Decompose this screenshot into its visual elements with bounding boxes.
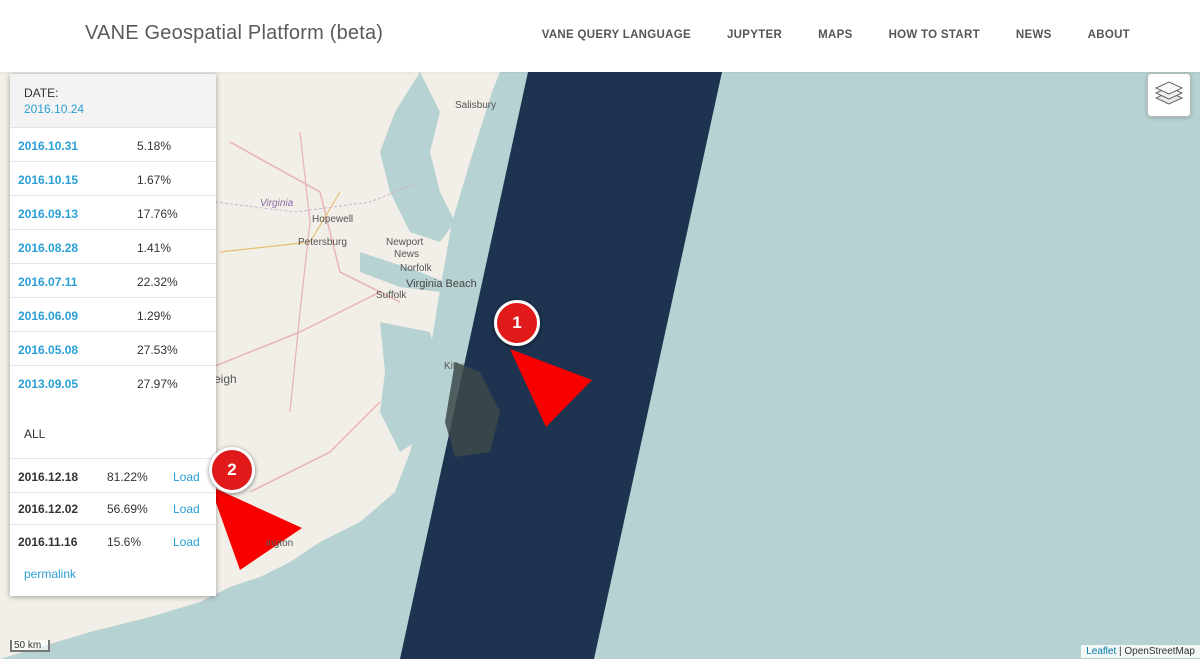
all-section-label: ALL [24, 427, 46, 441]
cloud-percent: 27.53% [137, 343, 178, 357]
selected-date-value: 2016.10.24 [24, 102, 85, 116]
all-row: 2016.12.02 56.69% Load [10, 491, 216, 525]
all-row: 2016.12.18 81.22% Load [10, 458, 216, 493]
map-label-salisbury: Salisbury [455, 100, 497, 111]
main-nav: VANE QUERY LANGUAGE JUPYTER MAPS HOW TO … [542, 29, 1130, 41]
selected-date-box: DATE: 2016.10.24 [10, 74, 216, 128]
map-label-newport: Newport [386, 237, 424, 248]
osm-attribution: OpenStreetMap [1124, 646, 1195, 657]
all-row: 2016.11.16 15.6% Load [10, 524, 216, 557]
permalink-link[interactable]: permalink [24, 567, 76, 581]
cloud-percent: 1.67% [137, 173, 172, 187]
map-attribution: Leaflet | OpenStreetMap [1081, 645, 1200, 658]
brand-title[interactable]: VANE Geospatial Platform (beta) [85, 22, 383, 45]
top-navbar: VANE Geospatial Platform (beta) VANE QUE… [0, 0, 1200, 72]
map-label-petersburg: Petersburg [298, 237, 347, 248]
date-link[interactable]: 2016.07.11 [18, 275, 77, 289]
date-row[interactable]: 2016.08.28 1.41% [10, 230, 216, 264]
nav-how-to-start[interactable]: HOW TO START [889, 29, 980, 41]
map-label-suffolk: Suffolk [376, 290, 407, 301]
cloud-percent: 17.76% [137, 207, 178, 221]
layers-icon [1154, 81, 1184, 105]
map-label-norfolk: Norfolk [400, 263, 432, 274]
map-label-hopewell: Hopewell [312, 214, 354, 225]
date-row[interactable]: 2016.10.31 5.18% [10, 128, 216, 162]
nav-maps[interactable]: MAPS [818, 29, 852, 41]
date-panel: DATE: 2016.10.24 2016.10.31 5.18% 2016.10… [10, 74, 216, 596]
annotation-badge-2: 2 [209, 447, 255, 493]
cloud-percent: 5.18% [137, 139, 172, 153]
nav-jupyter[interactable]: JUPYTER [727, 29, 782, 41]
load-button[interactable]: Load [173, 535, 200, 549]
cloud-percent: 56.69% [107, 502, 148, 516]
map-label-eigh: eigh [214, 372, 237, 386]
date-row[interactable]: 2016.05.08 27.53% [10, 332, 216, 366]
date-label: DATE: [24, 86, 59, 100]
cloud-percent: 1.29% [137, 309, 172, 323]
date-link[interactable]: 2016.05.08 [18, 343, 78, 357]
all-date: 2016.12.02 [18, 502, 79, 516]
cloud-percent: 15.6% [107, 535, 142, 549]
all-date: 2016.12.18 [18, 470, 79, 484]
date-row[interactable]: 2016.10.15 1.67% [10, 162, 216, 196]
nav-about[interactable]: ABOUT [1088, 29, 1130, 41]
nav-vane-query-language[interactable]: VANE QUERY LANGUAGE [542, 29, 691, 41]
map-label-virginia: Virginia [260, 198, 294, 209]
date-link[interactable]: 2016.10.31 [18, 139, 78, 153]
cloud-percent: 1.41% [137, 241, 172, 255]
all-date: 2016.11.16 [18, 535, 78, 549]
annotation-badge-1: 1 [494, 300, 540, 346]
date-row[interactable]: 2016.06.09 1.29% [10, 298, 216, 332]
date-link[interactable]: 2013.09.05 [18, 377, 78, 391]
date-link[interactable]: 2016.09.13 [18, 207, 78, 221]
map-label-ington: ington [266, 538, 294, 549]
map-label-kitty: Kitty [444, 361, 464, 372]
cloud-percent: 27.97% [137, 377, 178, 391]
leaflet-link[interactable]: Leaflet [1086, 646, 1116, 657]
date-row[interactable]: 2016.09.13 17.76% [10, 196, 216, 230]
map-scale-bar: 50 km [10, 640, 50, 652]
map-label-virginia-beach: Virginia Beach [406, 278, 477, 290]
load-button[interactable]: Load [173, 502, 200, 516]
date-link[interactable]: 2016.06.09 [18, 309, 78, 323]
nav-news[interactable]: NEWS [1016, 29, 1052, 41]
map-label-news: News [394, 249, 420, 260]
cloud-percent: 22.32% [137, 275, 178, 289]
load-button[interactable]: Load [173, 470, 200, 484]
layers-control-button[interactable] [1147, 73, 1191, 117]
date-link[interactable]: 2016.10.15 [18, 173, 78, 187]
date-row[interactable]: 2013.09.05 27.97% [10, 366, 216, 399]
cloud-percent: 81.22% [107, 470, 148, 484]
date-row[interactable]: 2016.07.11 22.32% [10, 264, 216, 298]
date-link[interactable]: 2016.08.28 [18, 241, 78, 255]
